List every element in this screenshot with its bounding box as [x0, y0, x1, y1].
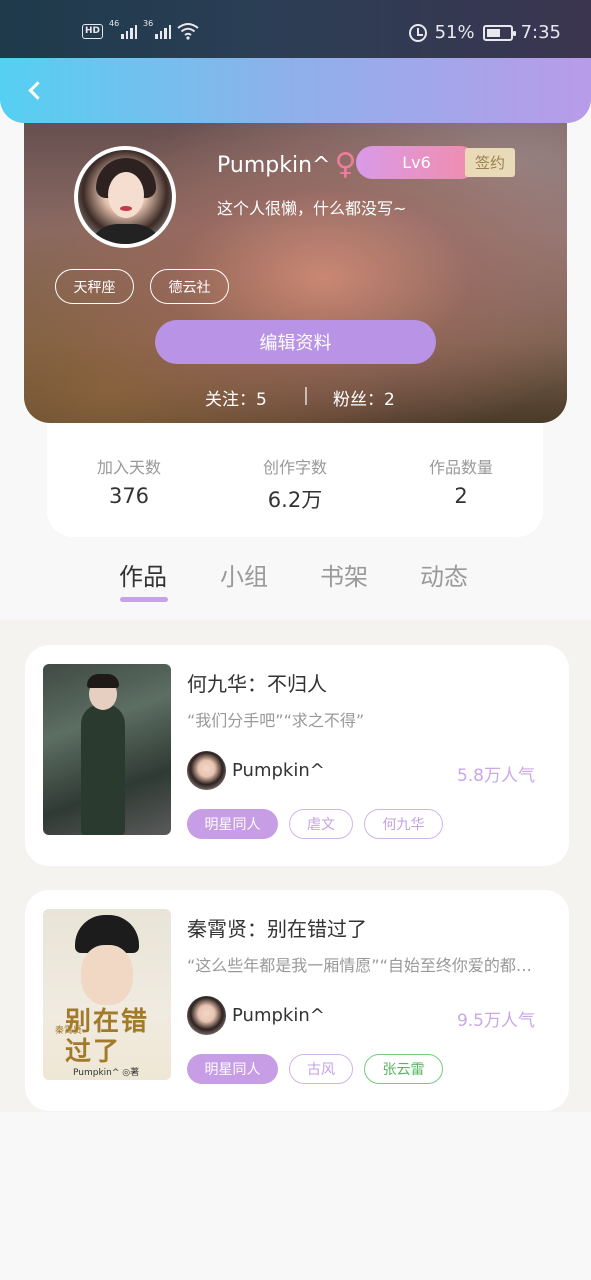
active-tab-indicator: [120, 597, 168, 602]
content-tabs: 作品 小组 书架 动态: [0, 537, 591, 619]
tab-activity[interactable]: 动态: [420, 557, 468, 592]
fans-count[interactable]: 粉丝：2: [333, 385, 395, 410]
book-description: “我们分手吧”“求之不得”: [187, 711, 365, 730]
signal-icon: 36: [143, 19, 172, 39]
author-name: Pumpkin^: [232, 1005, 325, 1026]
level-badge: Lv6: [356, 146, 477, 179]
author-avatar: [187, 751, 226, 790]
book-tag[interactable]: 张云雷: [364, 1054, 443, 1084]
book-tag[interactable]: 明星同人: [187, 809, 278, 839]
battery-icon: [482, 24, 516, 41]
stat-join-days: 加入天数 376: [96, 458, 161, 508]
book-tag[interactable]: 明星同人: [187, 1054, 278, 1084]
divider: [305, 387, 307, 405]
book-card[interactable]: 秦霄贤 别在错过了 Pumpkin^ ◎著 秦霄贤：别在错过了 “这么些年都是我…: [25, 890, 569, 1111]
signal-icon: 46: [109, 19, 138, 39]
popularity: 9.5万人气: [456, 1011, 535, 1031]
following-count[interactable]: 关注：5: [205, 385, 267, 410]
avatar[interactable]: [74, 146, 176, 248]
book-cover[interactable]: 秦霄贤 别在错过了 Pumpkin^ ◎著: [43, 909, 171, 1080]
battery-percent: 51%: [434, 22, 475, 43]
author-avatar: [187, 996, 226, 1035]
female-icon: ♀: [334, 147, 357, 182]
book-card[interactable]: 何九华：不归人 “我们分手吧”“求之不得” Pumpkin^ 5.8万人气 明星…: [25, 645, 569, 866]
chevron-left-icon: [27, 80, 47, 100]
edit-profile-button[interactable]: 编辑资料: [155, 320, 436, 364]
username: Pumpkin^ ♀: [217, 147, 357, 182]
signed-badge: 签约: [465, 148, 515, 177]
hd-icon: HD: [82, 23, 104, 39]
wifi-icon: [177, 23, 199, 40]
back-button[interactable]: [20, 76, 48, 104]
book-description: “这么些年都是我一厢情愿”“自始至终你爱的都是我”: [187, 956, 539, 975]
stats-card: 加入天数 376 创作字数 6.2万 作品数量 2: [47, 420, 543, 537]
stat-works-count: 作品数量 2: [428, 458, 493, 508]
tab-bookshelf[interactable]: 书架: [320, 557, 368, 592]
status-bar: HD 46 36 51% 7:35: [0, 0, 591, 58]
clock: 7:35: [520, 22, 561, 43]
book-tag[interactable]: 古风: [289, 1054, 353, 1084]
book-tag[interactable]: 虐文: [289, 809, 353, 839]
stat-word-count: 创作字数 6.2万: [262, 458, 327, 512]
book-title[interactable]: 秦霄贤：别在错过了: [187, 913, 367, 942]
user-bio: 这个人很懒，什么都没写~: [217, 199, 407, 218]
author-name: Pumpkin^: [232, 760, 325, 781]
alarm-icon: [408, 23, 427, 42]
profile-header: Pumpkin^ ♀ Lv6 签约 这个人很懒，什么都没写~ 天秤座 德云社 编…: [24, 100, 567, 423]
tab-works[interactable]: 作品: [119, 557, 167, 592]
book-tag[interactable]: 何九华: [364, 809, 443, 839]
book-title[interactable]: 何九华：不归人: [187, 668, 327, 697]
book-cover[interactable]: [43, 664, 171, 835]
top-nav-bar: [0, 58, 591, 123]
avatar-image: [78, 150, 172, 244]
profile-tag[interactable]: 德云社: [150, 269, 229, 304]
popularity: 5.8万人气: [456, 766, 535, 786]
profile-tag[interactable]: 天秤座: [55, 269, 134, 304]
tab-groups[interactable]: 小组: [220, 557, 268, 592]
